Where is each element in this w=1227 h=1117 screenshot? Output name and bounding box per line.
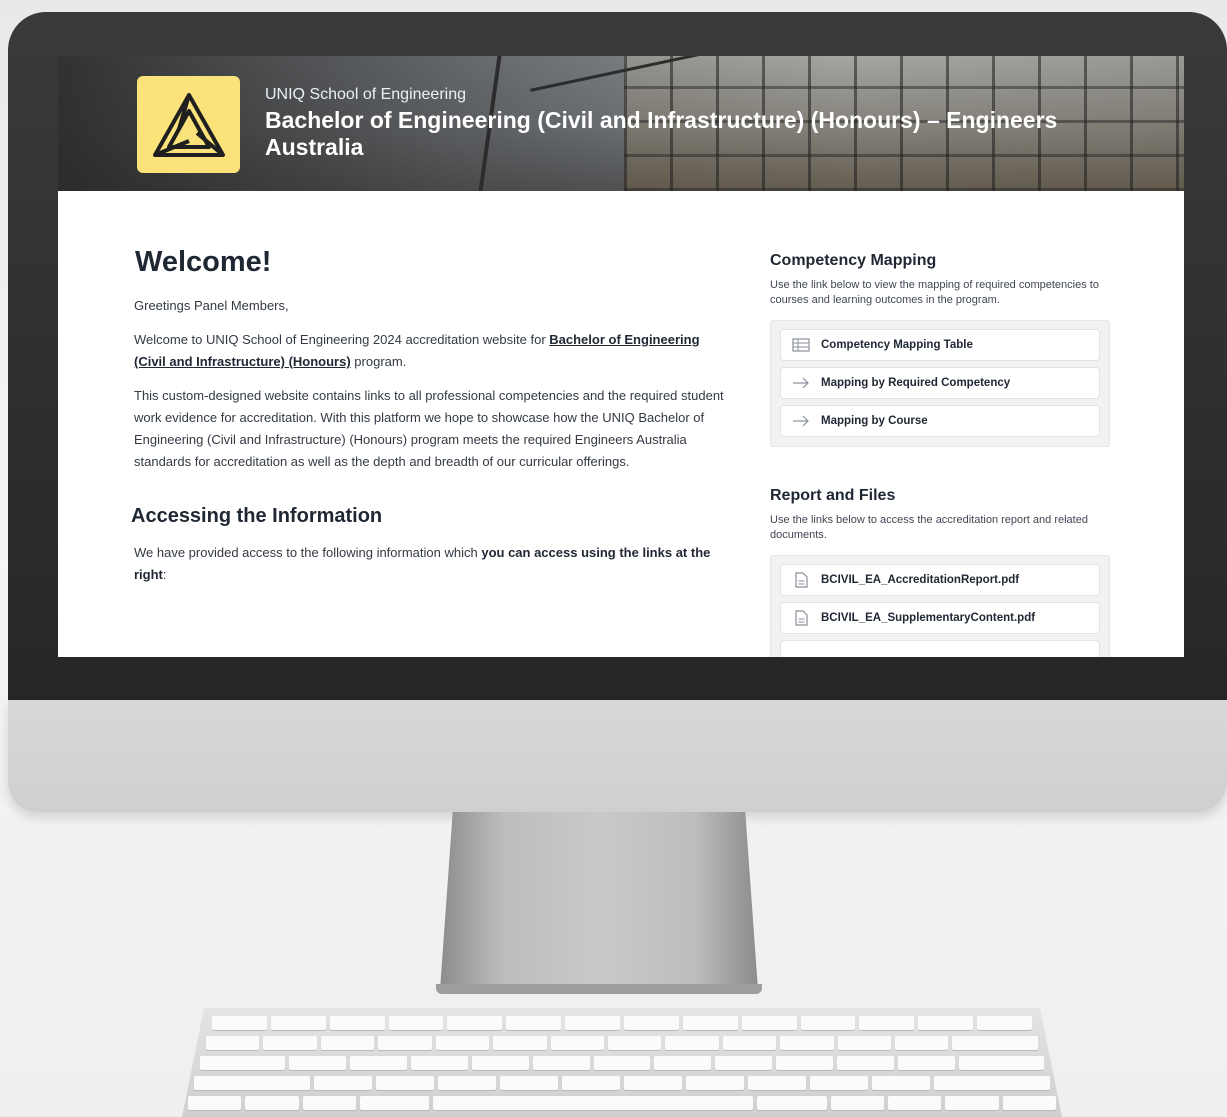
welcome-heading: Welcome! — [135, 246, 272, 278]
description-paragraph: This custom-designed website contains li… — [134, 388, 724, 469]
arrow-right-icon — [791, 413, 811, 429]
intro-paragraph: Welcome to UNIQ School of Engineering 20… — [134, 332, 700, 369]
logo-triangle-icon — [152, 92, 225, 157]
monitor-chin — [8, 700, 1227, 812]
main-content: Welcome! Greetings Panel Members, Welcom… — [131, 246, 731, 598]
school-logo[interactable] — [137, 76, 240, 173]
competency-description: Use the link below to view the mapping o… — [770, 279, 1099, 306]
file-icon — [791, 572, 811, 588]
greeting-text: Greetings Panel Members, — [134, 298, 289, 313]
table-icon — [791, 337, 811, 353]
link-mapping-by-course[interactable]: Mapping by Course — [780, 405, 1100, 437]
link-competency-mapping-table[interactable]: Competency Mapping Table — [780, 329, 1100, 361]
report-files: BCIVIL_EA_AccreditationReport.pdf BCIVIL… — [770, 555, 1110, 657]
monitor-stand — [440, 812, 758, 990]
reports-description: Use the links below to access the accred… — [770, 514, 1088, 541]
screen: UNIQ School of Engineering Bachelor of E… — [58, 56, 1184, 657]
file-accreditation-report[interactable]: BCIVIL_EA_AccreditationReport.pdf — [780, 564, 1100, 596]
link-mapping-by-competency[interactable]: Mapping by Required Competency — [780, 367, 1100, 399]
header-banner: UNIQ School of Engineering Bachelor of E… — [58, 56, 1184, 191]
side-panel: Competency Mapping Use the link below to… — [770, 252, 1110, 657]
competency-heading: Competency Mapping — [770, 252, 937, 269]
page-title: Bachelor of Engineering (Civil and Infra… — [265, 107, 1058, 160]
file-supplementary-content[interactable]: BCIVIL_EA_SupplementaryContent.pdf — [780, 602, 1100, 634]
file-item-cutoff[interactable] — [780, 640, 1100, 657]
monitor-stand-base — [436, 984, 762, 994]
access-paragraph: We have provided access to the following… — [134, 545, 711, 582]
file-icon — [791, 610, 811, 626]
arrow-right-icon — [791, 375, 811, 391]
competency-links: Competency Mapping Table Mapping by Requ… — [770, 320, 1110, 447]
access-heading: Accessing the Information — [131, 505, 383, 527]
reports-heading: Report and Files — [770, 487, 896, 504]
keyboard — [182, 1008, 1062, 1117]
school-name: UNIQ School of Engineering — [265, 86, 466, 103]
